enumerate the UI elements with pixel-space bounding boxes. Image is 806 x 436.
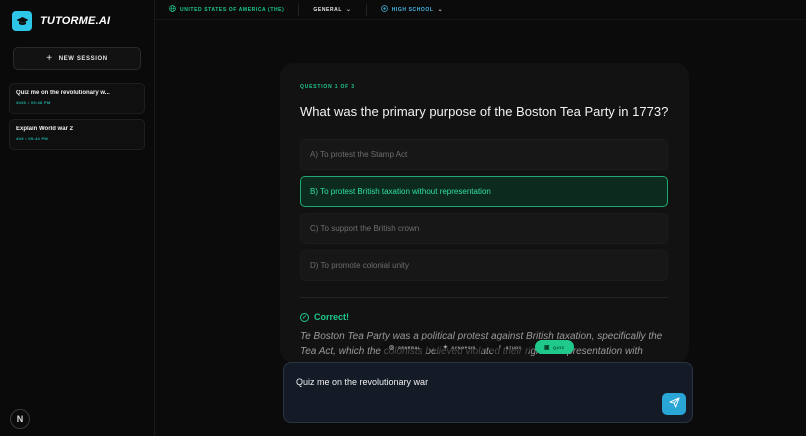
globe-icon: ◎	[389, 344, 395, 351]
country-label: UNITED STATES OF AMERICA (THE)	[180, 6, 285, 13]
level-icon	[380, 5, 388, 14]
new-session-button[interactable]: + NEW SESSION	[13, 47, 141, 70]
chat-input[interactable]	[296, 377, 656, 387]
mode-tab-study[interactable]: ♁ STUDY	[488, 340, 531, 354]
logo[interactable]: TUTORME.AI	[12, 11, 110, 31]
lightbulb-icon: ♁	[497, 344, 503, 350]
answer-option-d[interactable]: D) To promote colonial unity	[300, 250, 668, 281]
mode-tabs: ◎ GENERAL ✦ SYNOPSIS ♁ STUDY ▣ QUIZ	[380, 339, 574, 355]
mode-label: QUIZ	[553, 344, 565, 350]
mode-tab-general[interactable]: ◎ GENERAL	[380, 340, 430, 354]
topbar: UNITED STATES OF AMERICA (THE) GENERAL ⌄…	[155, 0, 806, 20]
divider	[300, 297, 668, 298]
check-circle-icon: ✓	[300, 312, 309, 322]
question-counter: QUESTION 1 OF 3	[300, 84, 355, 90]
session-item[interactable]: Quiz me on the revolutionary w... 3h50 •…	[9, 83, 145, 114]
mode-tab-quiz[interactable]: ▣ QUIZ	[534, 340, 574, 354]
mode-label: SYNOPSIS	[451, 344, 476, 350]
chevron-down-icon: ⌄	[437, 7, 444, 13]
mode-label: GENERAL	[397, 344, 421, 350]
send-icon	[668, 395, 680, 413]
mode-tab-synopsis[interactable]: ✦ SYNOPSIS	[433, 340, 485, 354]
session-item[interactable]: Explain World war 2 4h9 • 09:44 PM	[9, 119, 145, 150]
answer-option-a[interactable]: A) To protest the Stamp Act	[300, 139, 668, 170]
chevron-down-icon: ⌄	[346, 7, 352, 13]
quiz-card: QUESTION 1 OF 3 What was the primary pur…	[280, 63, 689, 363]
graduation-cap-icon	[12, 11, 32, 31]
country-selector[interactable]: UNITED STATES OF AMERICA (THE)	[155, 3, 300, 16]
plus-icon: +	[46, 52, 53, 64]
answer-option-b[interactable]: B) To protest British taxation without r…	[300, 176, 668, 207]
level-label: HIGH SCHOOL	[391, 6, 434, 13]
level-selector[interactable]: HIGH SCHOOL ⌄	[367, 4, 458, 16]
chat-input-box	[283, 362, 693, 423]
brand-name: TUTORME.AI	[40, 15, 111, 27]
user-avatar[interactable]: N	[10, 409, 30, 429]
mode-label: STUDY	[505, 344, 522, 350]
session-title: Quiz me on the revolutionary w...	[16, 90, 110, 96]
sidebar: TUTORME.AI + NEW SESSION Quiz me on the …	[0, 0, 155, 436]
answer-option-c[interactable]: C) To support the British crown	[300, 213, 668, 244]
session-title: Explain World war 2	[16, 126, 73, 132]
question-text: What was the primary purpose of the Bost…	[300, 104, 669, 119]
session-time: 3h50 • 09:48 PM	[16, 100, 51, 105]
subject-label: GENERAL	[313, 6, 343, 13]
send-button[interactable]	[662, 393, 686, 415]
result-label: Correct!	[314, 312, 350, 322]
clipboard-icon: ▣	[543, 344, 551, 351]
session-time: 4h9 • 09:44 PM	[16, 136, 49, 141]
globe-icon	[169, 5, 176, 14]
new-session-label: NEW SESSION	[58, 55, 108, 62]
sparkle-icon: ✦	[442, 344, 449, 351]
subject-selector[interactable]: GENERAL ⌄	[299, 3, 367, 16]
result-status: ✓ Correct!	[300, 312, 349, 322]
